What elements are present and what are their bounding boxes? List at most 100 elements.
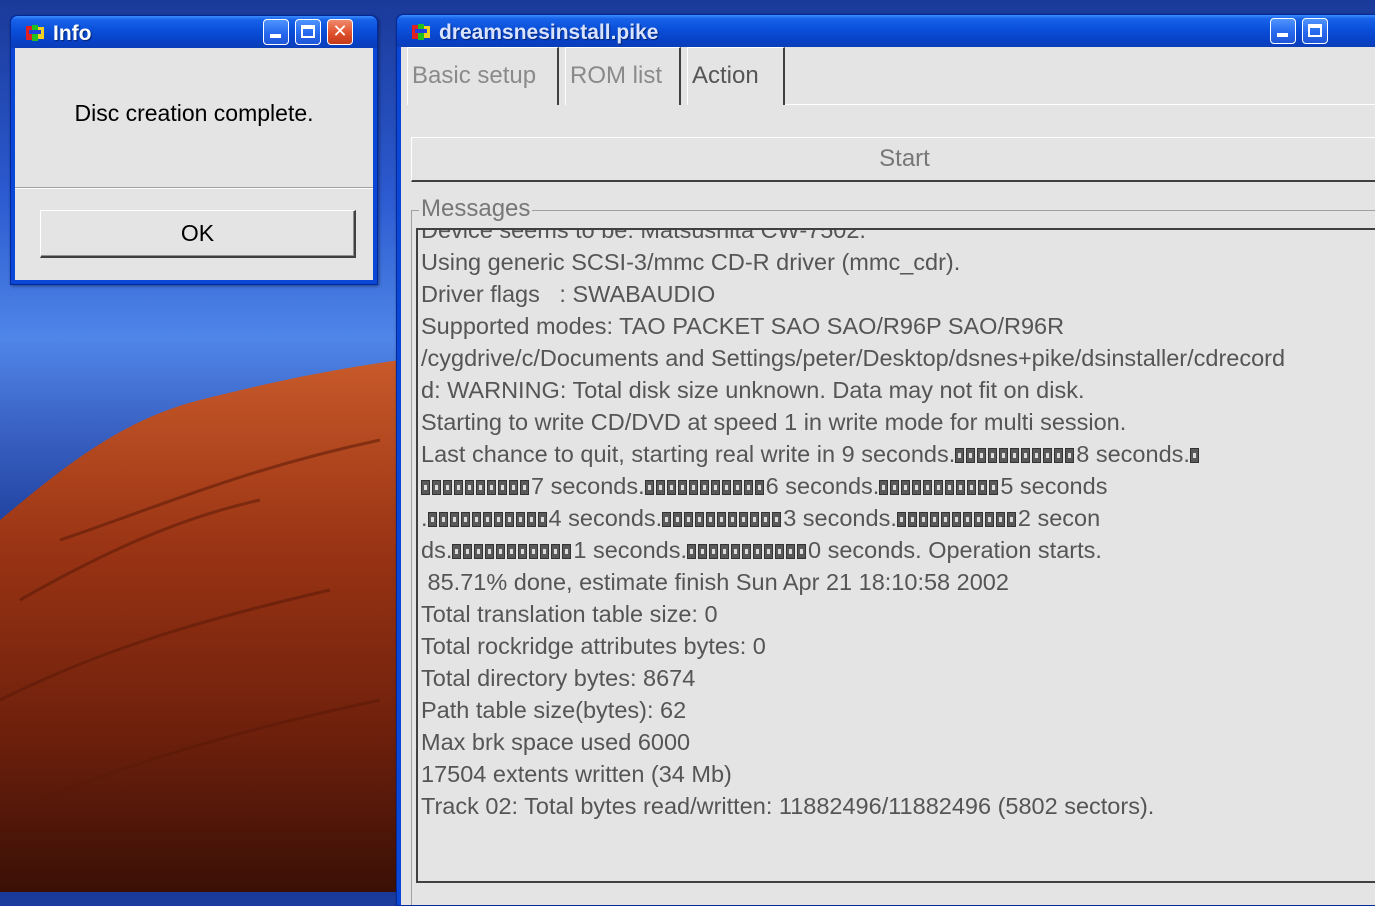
unprintable-char-glyph [695, 512, 705, 527]
unprintable-char-glyph [786, 544, 796, 559]
unprintable-char-glyph [962, 512, 972, 527]
log-line: Last chance to quit, starting real write… [421, 438, 1375, 470]
gtk-rainbow-icon [412, 24, 430, 40]
unprintable-char-glyph [509, 480, 518, 495]
unprintable-char-glyph [487, 480, 496, 495]
info-titlebar[interactable]: Info ✕ [11, 16, 377, 48]
close-icon: ✕ [332, 21, 348, 42]
unprintable-char-glyph [1054, 448, 1064, 463]
unprintable-char-glyph [797, 544, 807, 559]
info-client-area: Disc creation complete. OK [15, 48, 373, 280]
unprintable-char-glyph [520, 480, 529, 495]
unprintable-char-glyph [890, 480, 900, 495]
log-line: Path table size(bytes): 62 [421, 697, 687, 723]
info-separator [15, 187, 373, 189]
unprintable-char-glyph [698, 544, 708, 559]
unprintable-char-glyph [454, 480, 463, 495]
start-button[interactable]: Start [411, 137, 1375, 182]
unprintable-char-glyph [743, 480, 753, 495]
unprintable-char-glyph [688, 480, 698, 495]
minimize-icon [1277, 33, 1288, 37]
unprintable-char-glyph [754, 480, 764, 495]
unprintable-char-glyph [764, 544, 774, 559]
unprintable-char-glyph [955, 448, 965, 463]
unprintable-char-glyph [717, 512, 727, 527]
log-line: Track 02: Total bytes read/written: 1188… [421, 793, 1155, 819]
unprintable-char-glyph [945, 480, 955, 495]
log-line: Total rockridge attributes bytes: 0 [421, 633, 766, 659]
main-titlebar[interactable]: dreamsnesinstall.pike [397, 15, 1375, 47]
log-line: Device seems to be: Matsushita CW-7502. [421, 228, 866, 243]
minimize-button[interactable] [263, 19, 289, 45]
unprintable-char-glyph [742, 544, 752, 559]
unprintable-char-glyph [460, 512, 470, 527]
unprintable-char-glyph [687, 544, 697, 559]
unprintable-char-glyph [706, 512, 716, 527]
unprintable-char-glyph [896, 512, 906, 527]
info-title: Info [53, 22, 92, 45]
log-line: Total translation table size: 0 [421, 601, 718, 627]
unprintable-char-glyph [966, 448, 976, 463]
unprintable-char-glyph [515, 512, 525, 527]
unprintable-char-glyph [518, 544, 528, 559]
unprintable-char-glyph [493, 512, 503, 527]
main-title: dreamsnesinstall.pike [439, 21, 659, 44]
maximize-icon [1308, 24, 1322, 37]
unprintable-char-glyph [989, 480, 999, 495]
unprintable-char-glyph [1189, 448, 1199, 463]
maximize-button[interactable] [295, 19, 321, 45]
messages-log[interactable]: Device seems to be: Matsushita CW-7502. U… [416, 228, 1375, 883]
log-line: 7 seconds. 6 seconds. 5 seconds [421, 470, 1375, 502]
log-line: .4 seconds. 3 seconds. 2 secon [421, 505, 1101, 531]
unprintable-char-glyph [427, 512, 437, 527]
unprintable-char-glyph [1006, 512, 1016, 527]
info-message: Disc creation complete. [74, 100, 314, 126]
unprintable-char-glyph [452, 544, 462, 559]
unprintable-char-glyph [421, 480, 430, 495]
minimize-button[interactable] [1270, 18, 1296, 44]
unprintable-char-glyph [728, 512, 738, 527]
unprintable-char-glyph [775, 544, 785, 559]
unprintable-char-glyph [750, 512, 760, 527]
log-line: /cygdrive/c/Documents and Settings/peter… [421, 345, 1286, 371]
tab-basic-setup[interactable]: Basic setup [407, 47, 559, 105]
unprintable-char-glyph [761, 512, 771, 527]
log-line: Max brk space used 6000 [421, 729, 691, 755]
info-dialog: Info ✕ Disc creation complete. OK [10, 15, 378, 285]
ok-button[interactable]: OK [40, 210, 356, 258]
tab-rom-list[interactable]: ROM list [565, 47, 681, 105]
unprintable-char-glyph [753, 544, 763, 559]
unprintable-char-glyph [551, 544, 561, 559]
unprintable-char-glyph [951, 512, 961, 527]
log-line: d: WARNING: Total disk size unknown. Dat… [421, 377, 1085, 403]
unprintable-char-glyph [923, 480, 933, 495]
unprintable-char-glyph [720, 544, 730, 559]
unprintable-char-glyph [644, 480, 654, 495]
unprintable-char-glyph [498, 480, 507, 495]
log-line: 17504 extents written (34 Mb) [421, 761, 732, 787]
unprintable-char-glyph [721, 480, 731, 495]
tab-strip-divider [785, 104, 1375, 105]
unprintable-char-glyph [562, 544, 572, 559]
unprintable-char-glyph [732, 480, 742, 495]
unprintable-char-glyph [485, 544, 495, 559]
unprintable-char-glyph [482, 512, 492, 527]
main-client-area: Basic setup ROM list Action Start Messag… [401, 47, 1375, 905]
unprintable-char-glyph [956, 480, 966, 495]
unprintable-char-glyph [540, 544, 550, 559]
unprintable-char-glyph [999, 448, 1009, 463]
unprintable-char-glyph [901, 480, 911, 495]
unprintable-char-glyph [984, 512, 994, 527]
unprintable-char-glyph [438, 512, 448, 527]
unprintable-char-glyph [507, 544, 517, 559]
unprintable-char-glyph [666, 480, 676, 495]
unprintable-char-glyph [476, 480, 485, 495]
unprintable-char-glyph [496, 544, 506, 559]
close-button[interactable]: ✕ [327, 19, 353, 45]
unprintable-char-glyph [673, 512, 683, 527]
unprintable-char-glyph [739, 512, 749, 527]
tab-action[interactable]: Action [687, 47, 785, 105]
unprintable-char-glyph [465, 480, 474, 495]
unprintable-char-glyph [443, 480, 452, 495]
maximize-button[interactable] [1302, 18, 1328, 44]
